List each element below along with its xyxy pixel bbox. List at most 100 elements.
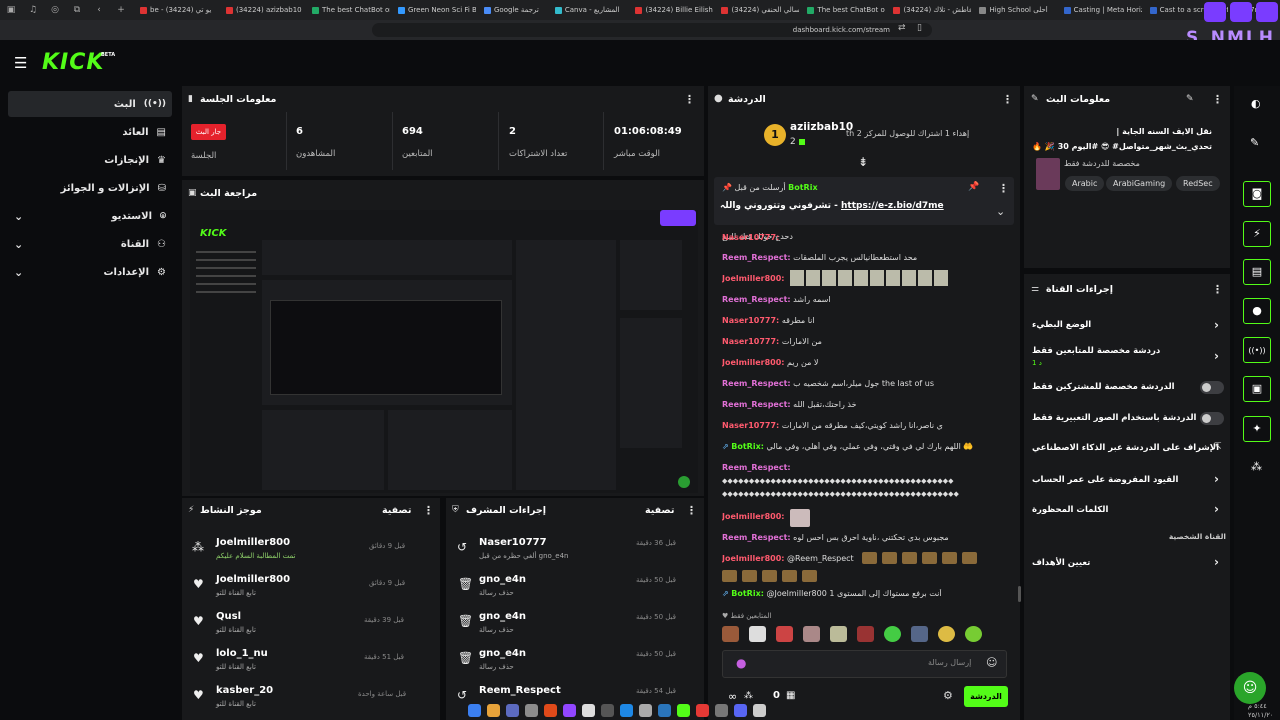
music-icon[interactable]: ♫ — [26, 4, 40, 16]
chat-username[interactable]: Reem_Respect: — [722, 295, 791, 304]
browser-tab[interactable]: (34224) azizbab10 Stream — [218, 6, 304, 14]
chat-username[interactable]: Reem_Respect: — [722, 400, 791, 409]
more-options-icon[interactable]: ⋮ — [1212, 93, 1223, 106]
browser-tab[interactable]: Canva - المشاريع — [547, 6, 628, 14]
filter-button[interactable]: تصفية — [645, 505, 674, 516]
more-options-icon[interactable]: ⋮ — [1212, 283, 1223, 296]
more-options-icon[interactable]: ⋮ — [1002, 93, 1013, 106]
chat-username[interactable]: BotRix: — [731, 442, 764, 451]
new-tab-icon[interactable]: + — [114, 4, 128, 16]
rail-button-flash[interactable]: ⚡ — [1243, 221, 1271, 247]
collapse-chat-icon[interactable]: ⇟ — [858, 155, 868, 169]
mod-target[interactable]: gno_e4n — [479, 574, 526, 585]
browser-tab[interactable]: Casting | Meta Horiz — [1056, 6, 1142, 14]
emoji-icon[interactable]: ☺ — [986, 656, 997, 669]
sidebar-item-stream[interactable]: البث ((•)) — [8, 91, 172, 117]
app-icon[interactable] — [506, 703, 519, 717]
tag-pill[interactable]: RedSec — [1176, 176, 1220, 191]
chat-username[interactable]: Joelmiller800: — [722, 358, 784, 367]
rail-button-layout[interactable]: ▣ — [1243, 376, 1271, 402]
chat-username[interactable]: Reem_Respect: — [722, 533, 791, 542]
sidebar-item-channel[interactable]: ⌄ القناة ⚇ — [8, 231, 172, 257]
app-icon[interactable] — [696, 703, 709, 717]
feed-user[interactable]: Qusl — [216, 611, 241, 622]
browser-tab[interactable]: Google ترجمة — [476, 6, 547, 14]
browser-tab[interactable]: The best ChatBot on Kick — [304, 6, 390, 14]
feed-user[interactable]: Joelmiller800 — [216, 537, 290, 548]
chat-username[interactable]: Reem_Respect: — [722, 379, 791, 388]
tag-pill[interactable]: ArabiGaming — [1106, 176, 1173, 191]
mod-target[interactable]: gno_e4n — [479, 648, 526, 659]
mod-target[interactable]: Reem_Respect — [479, 685, 561, 696]
chat-channel-name[interactable]: aziizbab10 — [790, 121, 853, 133]
chevron-right-icon[interactable]: › — [1214, 502, 1219, 516]
tag-pill[interactable]: Arabic — [1065, 176, 1105, 191]
chat-username[interactable]: BotRix: — [731, 589, 764, 598]
help-chat-button[interactable]: ☺ — [1234, 672, 1266, 704]
sidebar-item-revenue[interactable]: العائد ▤ — [8, 119, 172, 145]
file-explorer-icon[interactable] — [487, 703, 500, 717]
edit-icon[interactable]: ✎ — [1186, 94, 1194, 104]
app-icon[interactable] — [620, 703, 633, 717]
chevron-right-icon[interactable]: › — [1214, 349, 1219, 363]
pinned-user[interactable]: BotRix — [788, 183, 817, 192]
bookmark-icon[interactable]: ▯ — [917, 23, 922, 33]
pencil-icon[interactable]: ✎ — [1250, 136, 1259, 149]
chat-username[interactable]: Naser10777: — [722, 337, 779, 346]
chat-username[interactable]: Naser10777: — [722, 421, 779, 430]
discord-icon[interactable] — [734, 703, 747, 717]
subscribers-only-toggle[interactable] — [1200, 381, 1224, 394]
hamburger-menu-icon[interactable]: ☰ — [14, 54, 27, 72]
windows-start-icon[interactable] — [468, 703, 481, 717]
browser-tab[interactable]: be - يو تي (34224) — [132, 6, 218, 14]
steam-icon[interactable] — [658, 703, 671, 717]
more-options-icon[interactable]: ⋮ — [423, 504, 434, 517]
chevron-down-icon[interactable]: ⌄ — [996, 205, 1005, 218]
unpin-icon[interactable]: 📌 — [968, 182, 979, 192]
chat-username[interactable]: Joelmiller800: — [722, 554, 784, 563]
more-options-icon[interactable]: ⋮ — [684, 93, 695, 106]
app-icon[interactable] — [639, 703, 652, 717]
chat-username[interactable]: Naser10777: — [722, 233, 779, 242]
sidebar-item-achievements[interactable]: الإنجازات ♛ — [8, 147, 172, 173]
more-options-icon[interactable]: ⋮ — [686, 504, 697, 517]
sidebar-item-settings[interactable]: ⌄ الإعدادات ⚙ — [8, 259, 172, 285]
chat-username[interactable]: Naser10777: — [722, 316, 779, 325]
mod-target[interactable]: Naser10777 — [479, 537, 547, 548]
browser-tab[interactable]: (34224) سالي الحنفي — [713, 6, 799, 14]
settings-icon[interactable]: ⚙ — [943, 689, 953, 702]
chat-username[interactable]: Reem_Respect: — [722, 253, 791, 262]
chevron-right-icon[interactable]: › — [1214, 318, 1219, 332]
browser-tab[interactable]: (34224) عاطش - تلاك — [885, 6, 971, 14]
microphone-icon[interactable]: ● — [736, 656, 746, 670]
kick-logo[interactable]: KICK — [42, 50, 104, 75]
browser-tab[interactable]: High School أحلى — [971, 6, 1055, 14]
browser-tab[interactable]: (34224) Billie Eilish — [627, 6, 713, 14]
chat-username[interactable]: Joelmiller800: — [722, 512, 784, 521]
stream-preview-video[interactable]: KICK — [190, 210, 698, 493]
app-icon[interactable] — [601, 703, 614, 717]
app-icon[interactable] — [582, 703, 595, 717]
extension-icon[interactable]: ⧉ — [70, 4, 84, 16]
app-icon[interactable] — [525, 703, 538, 717]
tune-icon[interactable]: ⇄ — [898, 23, 906, 33]
rail-button-tools[interactable]: ✦ — [1243, 416, 1271, 442]
twitch-app-icon[interactable] — [563, 703, 576, 717]
emote-picker-row[interactable] — [722, 626, 1007, 644]
moon-icon[interactable]: ◐ — [1251, 97, 1261, 110]
whatsapp-icon[interactable]: ◎ — [48, 4, 62, 16]
rail-button-camera[interactable]: ◙ — [1243, 181, 1271, 207]
filter-button[interactable]: تصفية — [382, 505, 411, 516]
chat-username[interactable]: Joelmiller800: — [722, 274, 784, 283]
emotes-only-toggle[interactable] — [1200, 412, 1224, 425]
window-menu-icon[interactable]: ▣ — [4, 4, 18, 16]
sidebar-item-drops[interactable]: الإنزالات و الجوائز ⛁ — [8, 175, 172, 201]
more-options-icon[interactable]: ⋮ — [998, 182, 1009, 195]
category-thumbnail[interactable] — [1036, 158, 1060, 190]
sidebar-item-studio[interactable]: ⌄ الاستديو ⌾ — [8, 203, 172, 229]
rail-button-broadcast[interactable]: ((•)) — [1243, 337, 1271, 363]
browser-back-icon[interactable]: ‹ — [92, 4, 106, 16]
pinned-link[interactable]: https://e-z.bio/d7me — [841, 201, 944, 211]
feed-user[interactable]: lolo_1_nu — [216, 648, 268, 659]
mod-target[interactable]: gno_e4n — [479, 611, 526, 622]
